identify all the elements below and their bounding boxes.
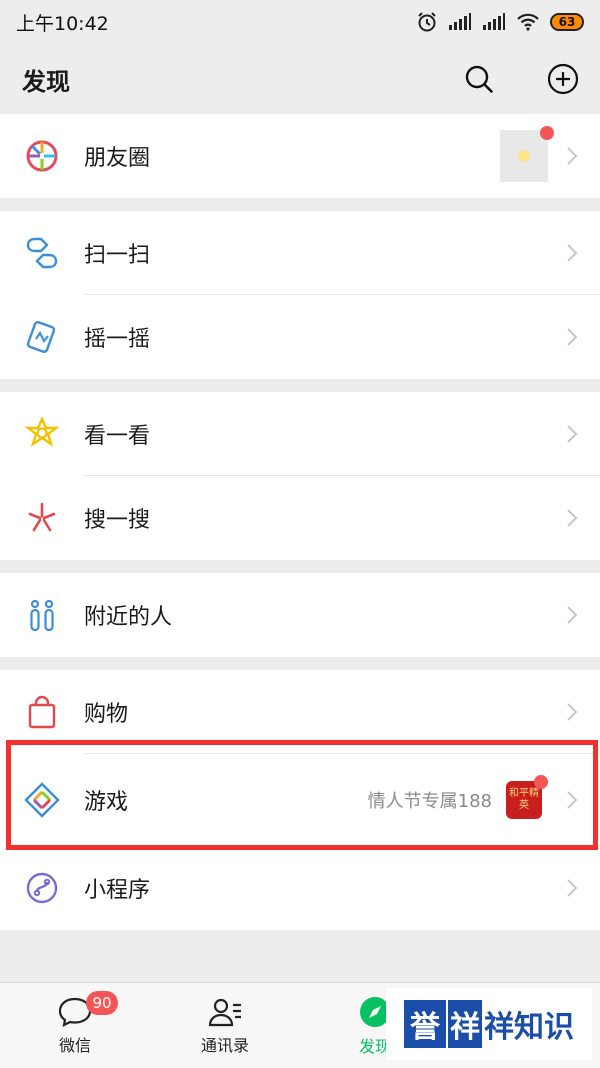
- group-scan-shake: 扫一扫 摇一摇: [0, 211, 600, 379]
- menu-item-label: 扫一扫: [84, 243, 151, 268]
- chevron-right-icon: [567, 244, 578, 262]
- alarm-icon: [418, 12, 436, 32]
- moments-thumbnail: [500, 126, 554, 182]
- group-top-stories-search: 看一看 搜一搜: [0, 392, 600, 560]
- scan-icon: [22, 233, 62, 273]
- games-icon: [22, 780, 62, 820]
- group-moments: 朋友圈: [0, 114, 600, 198]
- chevron-right-icon: [567, 791, 578, 809]
- group-shopping-games: 购物 游戏 情人节专属188 和平精英 小程序: [0, 670, 600, 930]
- group-nearby: 附近的人: [0, 573, 600, 657]
- watermark-part: 祥知识: [484, 1010, 574, 1045]
- chevron-right-icon: [567, 879, 578, 897]
- wifi-icon: [517, 13, 539, 31]
- status-bar: 上午10:42 63: [0, 0, 600, 44]
- chevron-right-icon: [567, 606, 578, 624]
- shopping-bag-icon: [22, 692, 62, 732]
- signal-icon-2: [483, 13, 505, 30]
- menu-item-label: 购物: [84, 702, 129, 727]
- contacts-icon: [208, 998, 241, 1026]
- games-promo: 情人节专属188 和平精英: [367, 775, 548, 819]
- tab-label: 通讯录: [200, 1035, 249, 1055]
- top-stories-icon: [22, 414, 62, 454]
- watermark-part: 祥: [448, 1000, 482, 1048]
- tab-contacts[interactable]: 通讯录: [150, 983, 300, 1068]
- people-nearby-icon: [22, 595, 62, 635]
- unread-badge: 90: [86, 991, 118, 1015]
- tab-label: 微信: [58, 1035, 91, 1055]
- shake-icon: [22, 317, 62, 357]
- status-time: 上午10:42: [16, 12, 109, 35]
- search-icon: [465, 65, 493, 93]
- menu-item-mini-programs[interactable]: 小程序: [0, 846, 600, 930]
- menu-item-label: 搜一搜: [84, 508, 151, 533]
- watermark-logo: 誉 祥 祥知识: [386, 988, 592, 1060]
- menu-item-shake[interactable]: 摇一摇: [0, 295, 600, 379]
- menu-item-top-stories[interactable]: 看一看: [0, 392, 600, 476]
- menu-item-label: 小程序: [84, 878, 151, 903]
- menu-item-label: 附近的人: [84, 605, 173, 630]
- chevron-right-icon: [567, 328, 578, 346]
- header: 发现: [0, 44, 600, 114]
- menu-item-moments[interactable]: 朋友圈: [0, 114, 600, 198]
- tab-chats[interactable]: 微信 90: [0, 983, 150, 1068]
- menu-item-games[interactable]: 游戏 情人节专属188 和平精英: [0, 754, 600, 846]
- search-feature-icon: [22, 498, 62, 538]
- watermark-part: 誉: [404, 1000, 446, 1048]
- menu-item-label: 摇一摇: [84, 327, 151, 352]
- chevron-right-icon: [567, 509, 578, 527]
- signal-icon: [449, 13, 471, 30]
- menu-item-scan[interactable]: 扫一扫: [0, 211, 600, 295]
- chevron-right-icon: [567, 425, 578, 443]
- plus-circle-icon: [547, 63, 579, 95]
- menu-item-shopping[interactable]: 购物: [0, 670, 600, 754]
- battery-icon: 63: [550, 13, 584, 31]
- notification-dot: [540, 126, 554, 140]
- chevron-right-icon: [567, 703, 578, 721]
- search-button[interactable]: [462, 62, 496, 96]
- status-icons: 63: [416, 11, 584, 33]
- menu-item-search[interactable]: 搜一搜: [0, 476, 600, 560]
- games-subtitle: 情人节专属188: [367, 791, 492, 812]
- moments-icon: [22, 136, 62, 176]
- menu-item-nearby[interactable]: 附近的人: [0, 573, 600, 657]
- mini-programs-icon: [22, 868, 62, 908]
- add-button[interactable]: [546, 62, 580, 96]
- chevron-right-icon: [567, 147, 578, 165]
- menu-item-label: 看一看: [84, 424, 151, 449]
- page-title: 发现: [22, 67, 70, 96]
